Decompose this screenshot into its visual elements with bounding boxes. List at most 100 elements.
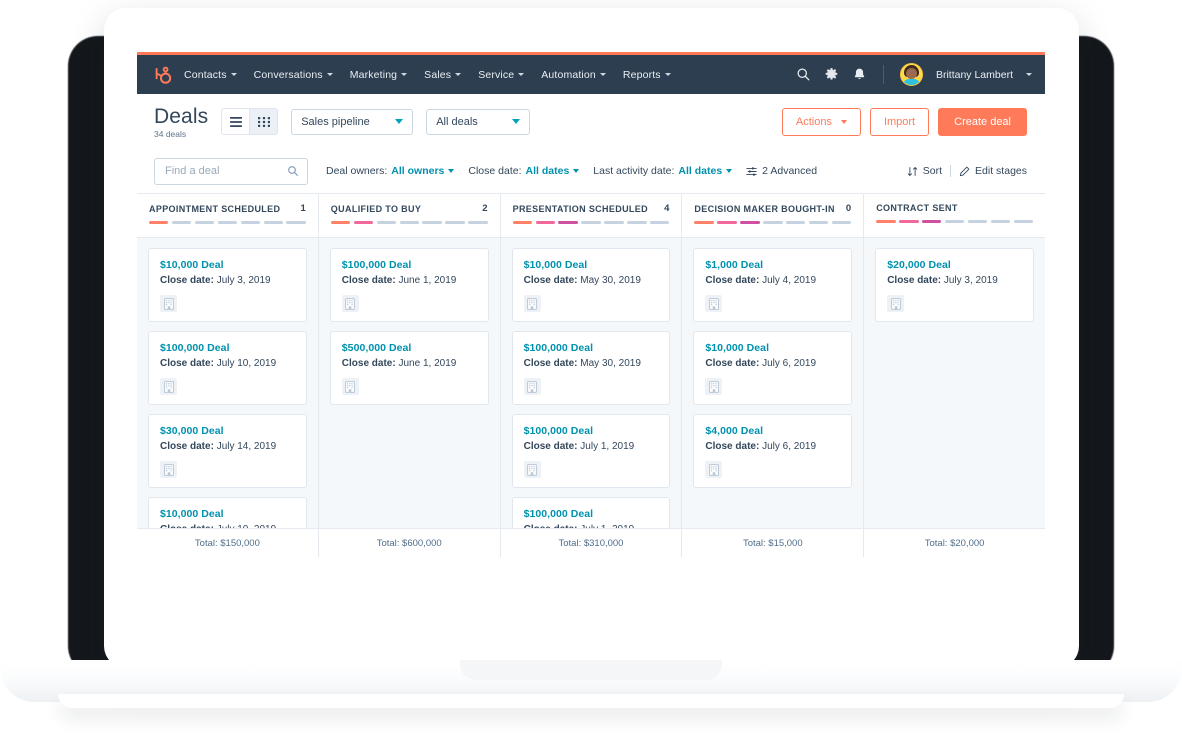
deal-close-date: Close date: July 3, 2019 <box>887 275 1022 286</box>
column-header: QUALIFIED TO BUY2 <box>319 194 500 238</box>
nav-item-service[interactable]: Service <box>478 69 524 81</box>
deal-card[interactable]: $100,000 DealClose date: June 1, 2019 <box>330 248 489 322</box>
stage-progress-segment <box>694 221 713 224</box>
nav-right-actions: Brittany Lambert <box>796 63 1032 86</box>
deal-amount-title[interactable]: $100,000 Deal <box>524 425 659 437</box>
close-date-label: Close date: <box>705 441 759 452</box>
sort-button[interactable]: Sort <box>907 165 942 177</box>
board-view-icon[interactable] <box>249 109 277 134</box>
actions-button[interactable]: Actions <box>782 108 861 136</box>
filter-label: Last activity date: <box>593 165 674 177</box>
deal-amount-title[interactable]: $100,000 Deal <box>524 508 659 520</box>
nav-item-sales[interactable]: Sales <box>424 69 461 81</box>
stage-progress-segment <box>627 221 646 224</box>
deal-amount-title[interactable]: $10,000 Deal <box>524 259 659 271</box>
nav-item-reports[interactable]: Reports <box>623 69 671 81</box>
deal-card[interactable]: $30,000 DealClose date: July 14, 2019 <box>148 414 307 488</box>
chevron-down-icon <box>327 73 333 76</box>
deal-card[interactable]: $10,000 DealClose date: May 30, 2019 <box>512 248 671 322</box>
deal-card[interactable]: $100,000 DealClose date: July 1, 2019 <box>512 497 671 528</box>
screenshot-stage: Contacts Conversations Marketing Sales S… <box>0 0 1182 753</box>
deal-card[interactable]: $500,000 DealClose date: June 1, 2019 <box>330 331 489 405</box>
stage-progress-segment <box>331 221 350 224</box>
deal-amount-title[interactable]: $100,000 Deal <box>342 259 477 271</box>
close-date-value: July 6, 2019 <box>762 441 816 452</box>
deal-amount-title[interactable]: $100,000 Deal <box>160 342 295 354</box>
deal-card[interactable]: $100,000 Deal Close date: July 10, 2019 <box>148 331 307 405</box>
deal-close-date: Close date: July 10, 2019 <box>160 358 295 369</box>
pencil-icon <box>959 166 970 177</box>
filter-value[interactable]: All owners <box>391 165 444 177</box>
chevron-down-icon <box>512 119 520 124</box>
page-title-block: Deals 34 deals <box>154 105 208 139</box>
bell-icon[interactable] <box>852 67 867 82</box>
deal-card[interactable]: $10,000 DealClose date: July 10, 2019 <box>148 497 307 528</box>
close-date-label: Close date: <box>342 358 396 369</box>
deal-amount-title[interactable]: $30,000 Deal <box>160 425 295 437</box>
deal-amount-title[interactable]: $10,000 Deal <box>160 508 295 520</box>
column-header: PRESENTATION SCHEDULED4 <box>501 194 682 238</box>
filter-last-activity-date[interactable]: Last activity date: All dates <box>593 165 732 177</box>
gear-icon[interactable] <box>824 67 839 82</box>
deal-card[interactable]: $20,000 Deal Close date: July 3, 2019 <box>875 248 1034 322</box>
search-icon[interactable] <box>796 67 811 82</box>
deal-amount-title[interactable]: $10,000 Deal <box>160 259 295 271</box>
filter-value[interactable]: All dates <box>526 165 570 177</box>
stage-progress-segment <box>536 221 555 224</box>
edit-stages-label: Edit stages <box>975 165 1027 177</box>
nav-item-marketing[interactable]: Marketing <box>350 69 407 81</box>
deals-filter-select[interactable]: All deals <box>426 109 530 135</box>
stage-count: 1 <box>301 203 306 214</box>
column-header: APPOINTMENT SCHEDULED1 <box>137 194 318 238</box>
chevron-down-icon <box>518 73 524 76</box>
stage-progress-segment <box>786 221 805 224</box>
deal-card[interactable]: $100,000 DealClose date: July 1, 2019 <box>512 414 671 488</box>
nav-item-automation[interactable]: Automation <box>541 69 606 81</box>
close-date-value: July 6, 2019 <box>762 358 816 369</box>
search-input[interactable] <box>163 164 287 178</box>
stage-progress-segment <box>172 221 191 224</box>
avatar-face <box>906 68 917 79</box>
create-deal-button[interactable]: Create deal <box>938 108 1027 136</box>
filter-close-date[interactable]: Close date: All dates <box>468 165 579 177</box>
deal-card[interactable]: $1,000 DealClose date: July 4, 2019 <box>693 248 852 322</box>
deal-card[interactable]: $10,000 Deal Close date: July 3, 2019 <box>148 248 307 322</box>
close-date-value: July 3, 2019 <box>217 275 271 286</box>
list-view-icon[interactable] <box>222 109 249 134</box>
deal-card[interactable]: $100,000 DealClose date: May 30, 2019 <box>512 331 671 405</box>
deal-amount-title[interactable]: $20,000 Deal <box>887 259 1022 271</box>
company-building-icon <box>887 295 904 312</box>
filter-value[interactable]: All dates <box>678 165 722 177</box>
nav-item-contacts[interactable]: Contacts <box>184 69 237 81</box>
filter-deal-owners[interactable]: Deal owners: All owners <box>326 165 454 177</box>
close-date-value: July 1, 2019 <box>580 441 634 452</box>
filter-label: Close date: <box>468 165 521 177</box>
close-date-label: Close date: <box>524 275 578 286</box>
deal-amount-title[interactable]: $500,000 Deal <box>342 342 477 354</box>
deal-amount-title[interactable]: $10,000 Deal <box>705 342 840 354</box>
hubspot-sprocket-icon[interactable] <box>150 64 172 86</box>
edit-stages-button[interactable]: Edit stages <box>959 165 1027 177</box>
search-icon[interactable] <box>287 165 299 177</box>
avatar[interactable] <box>900 63 923 86</box>
nav-item-conversations[interactable]: Conversations <box>254 69 333 81</box>
deal-card[interactable]: $10,000 Deal Close date: July 6, 2019 <box>693 331 852 405</box>
deal-amount-title[interactable]: $100,000 Deal <box>524 342 659 354</box>
company-building-icon <box>160 461 177 478</box>
deal-close-date: Close date: July 6, 2019 <box>705 358 840 369</box>
search-box[interactable] <box>154 158 308 185</box>
chevron-down-icon <box>841 120 847 124</box>
chevron-down-icon[interactable] <box>1026 73 1032 76</box>
pipeline-select[interactable]: Sales pipeline <box>291 109 413 135</box>
column-header-row: QUALIFIED TO BUY2 <box>331 203 488 214</box>
advanced-filters-button[interactable]: 2 Advanced <box>746 165 817 177</box>
deal-amount-title[interactable]: $4,000 Deal <box>705 425 840 437</box>
import-button[interactable]: Import <box>870 108 929 136</box>
column-header-row: APPOINTMENT SCHEDULED1 <box>149 203 306 214</box>
deal-card[interactable]: $4,000 Deal Close date: July 6, 2019 <box>693 414 852 488</box>
deal-amount-title[interactable]: $1,000 Deal <box>705 259 840 271</box>
company-building-icon <box>524 461 541 478</box>
create-deal-button-label: Create deal <box>954 116 1011 128</box>
deal-close-date: Close date: July 3, 2019 <box>160 275 295 286</box>
user-name[interactable]: Brittany Lambert <box>936 69 1013 81</box>
